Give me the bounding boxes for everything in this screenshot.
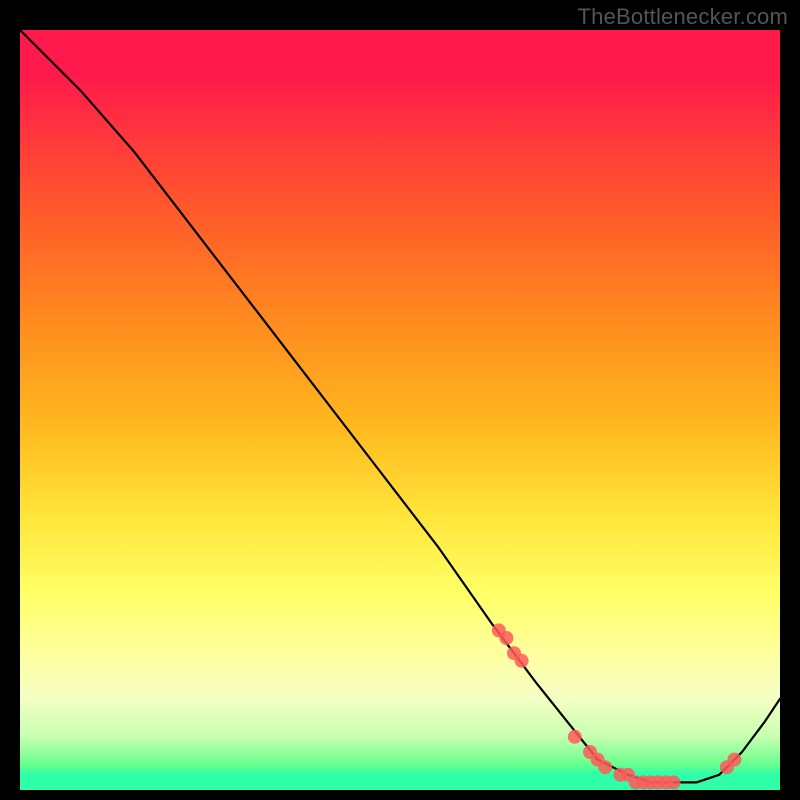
chart-svg <box>20 30 780 790</box>
highlight-dots <box>492 623 742 789</box>
highlight-dot <box>727 753 741 767</box>
bottleneck-curve <box>20 30 780 782</box>
highlight-dot <box>568 730 582 744</box>
highlight-dot <box>499 631 513 645</box>
highlight-dot <box>598 760 612 774</box>
highlight-dot <box>667 775 681 789</box>
plot-area <box>20 30 780 790</box>
attribution-text: TheBottlenecker.com <box>578 4 788 30</box>
chart-root: TheBottlenecker.com <box>0 0 800 800</box>
highlight-dot <box>515 654 529 668</box>
